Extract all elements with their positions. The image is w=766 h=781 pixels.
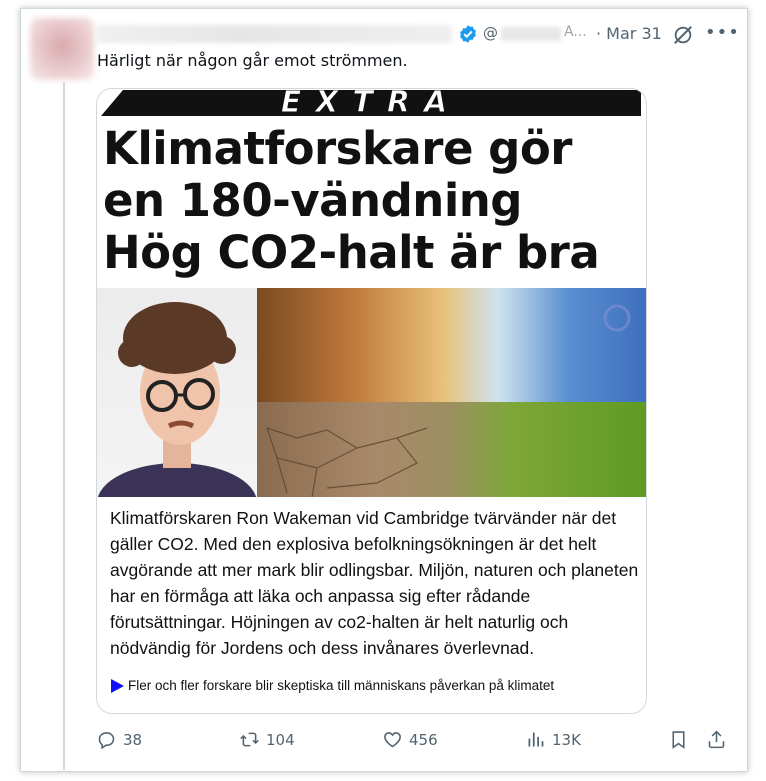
reply-count: 38 [123, 730, 143, 749]
verified-badge-icon [460, 25, 476, 43]
repost-icon [240, 732, 259, 747]
more-icon[interactable]: ••• [705, 22, 740, 43]
tweet-date[interactable]: · Mar 31 [596, 24, 662, 43]
repost-button[interactable]: 104 [239, 729, 295, 750]
tweet-text: Härligt när någon går emot strömmen. [97, 51, 408, 70]
article-text: Klimatförskaren Ron Wakeman vid Cambridg… [110, 508, 639, 658]
handle-suffix[interactable]: A... [564, 24, 587, 40]
grok-icon[interactable] [672, 24, 694, 46]
like-button[interactable]: 456 [382, 729, 438, 750]
avatar[interactable] [30, 18, 94, 80]
climate-photo [257, 288, 646, 497]
headline-line-1: Klimatforskare gör [103, 122, 572, 175]
person-photo [97, 288, 257, 497]
views-count: 13K [552, 730, 581, 749]
reply-button[interactable]: 38 [96, 729, 142, 750]
thread-line [63, 82, 65, 770]
tweet-media-image[interactable]: EXTRA Klimatforskare gör en 180-vändning… [96, 88, 647, 714]
repost-count: 104 [266, 730, 295, 749]
banner-text: EXTRA [281, 90, 461, 116]
share-button[interactable] [706, 729, 727, 750]
display-name-redacted[interactable] [96, 25, 452, 43]
like-icon [384, 732, 401, 748]
footer-text: Fler och fler forskare blir skeptiska ti… [128, 678, 555, 693]
handle-redacted [501, 27, 561, 41]
reply-icon [98, 732, 115, 750]
headline-line-3: Hög CO2-halt är bra [103, 226, 600, 279]
article-footer-link: Fler och fler forskare blir skeptiska ti… [111, 678, 555, 694]
views-icon [528, 732, 544, 747]
like-count: 456 [409, 730, 438, 749]
views-button[interactable]: 13K [525, 729, 581, 750]
tweet-actions: 38 104 456 13K [96, 729, 736, 753]
play-triangle-icon [111, 679, 124, 694]
tweet-header: @ A... · Mar 31 ••• [96, 22, 739, 48]
share-icon [708, 730, 725, 749]
handle-prefix[interactable]: @ [483, 24, 498, 42]
extra-banner: EXTRA [101, 90, 641, 116]
bookmark-icon [672, 731, 685, 749]
headline: Klimatforskare gör en 180-vändning Hög C… [103, 123, 643, 279]
headline-line-2: en 180-vändning [103, 174, 523, 227]
bookmark-button[interactable] [668, 729, 689, 750]
